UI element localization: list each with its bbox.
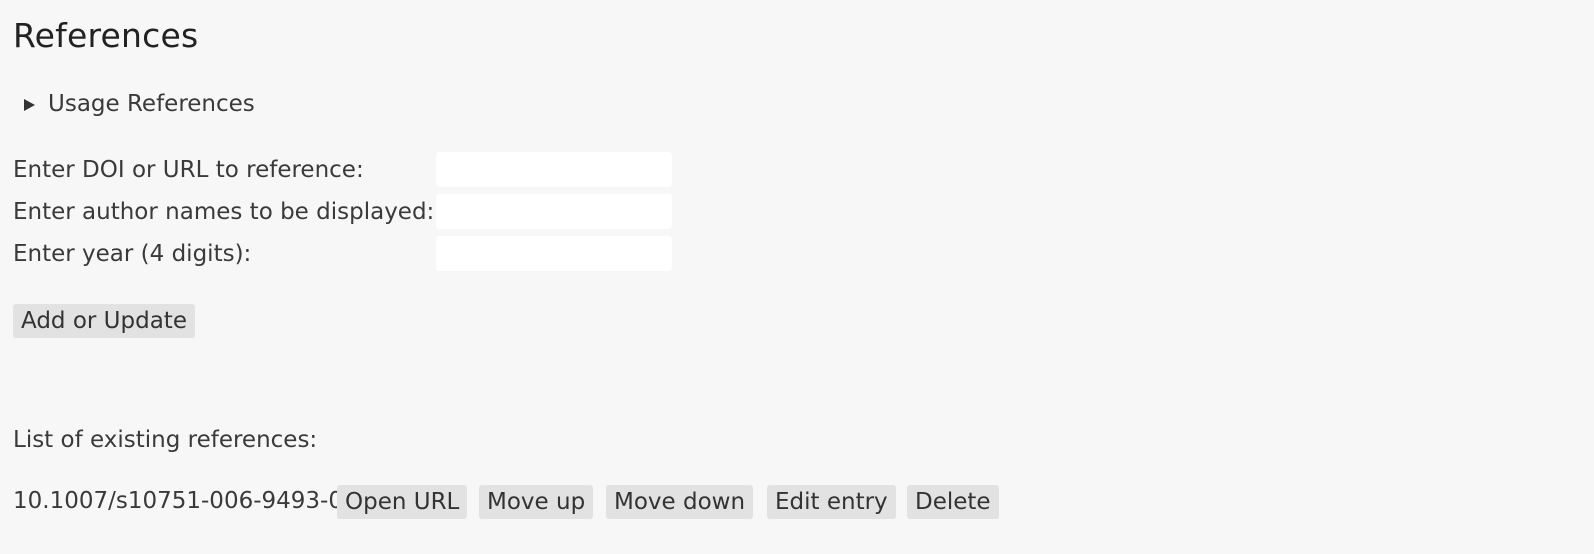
delete-button[interactable]: Delete xyxy=(907,485,999,519)
authors-label: Enter author names to be displayed: xyxy=(13,199,435,225)
open-url-button[interactable]: Open URL xyxy=(337,485,468,519)
usage-references-label: Usage References xyxy=(48,91,255,117)
reference-doi: 10.1007/s10751-006-9493-0 xyxy=(13,488,343,514)
disclosure-triangle-icon xyxy=(24,98,35,111)
authors-row: Enter author names to be displayed: xyxy=(13,194,713,230)
move-down-button[interactable]: Move down xyxy=(606,485,754,519)
existing-references-label: List of existing references: xyxy=(13,427,318,453)
doi-label: Enter DOI or URL to reference: xyxy=(13,157,364,183)
usage-references-toggle[interactable]: Usage References xyxy=(24,88,255,120)
doi-row: Enter DOI or URL to reference: xyxy=(13,152,713,188)
year-input[interactable] xyxy=(436,236,672,271)
doi-input[interactable] xyxy=(436,152,672,187)
edit-entry-button[interactable]: Edit entry xyxy=(767,485,896,519)
authors-input[interactable] xyxy=(436,194,672,229)
page-title: References xyxy=(13,16,199,55)
year-row: Enter year (4 digits): xyxy=(13,236,713,272)
move-up-button[interactable]: Move up xyxy=(479,485,594,519)
year-label: Enter year (4 digits): xyxy=(13,241,252,267)
add-or-update-button[interactable]: Add or Update xyxy=(13,304,195,338)
